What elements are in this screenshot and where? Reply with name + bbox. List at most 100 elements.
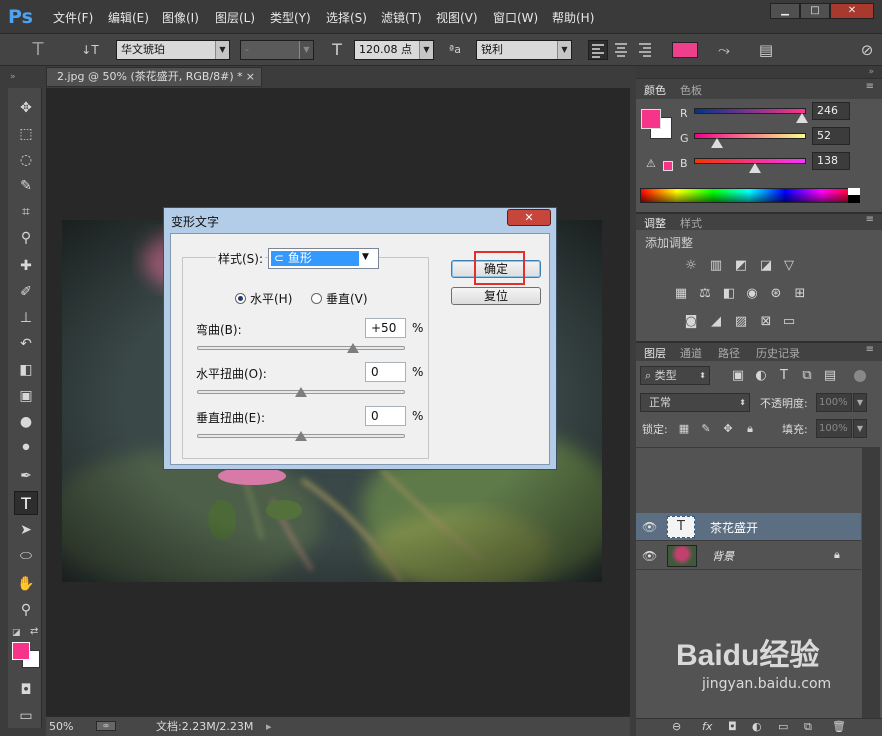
opacity-dropdown-icon[interactable]: ▼: [853, 393, 867, 412]
move-tool-icon[interactable]: ✥: [14, 96, 38, 120]
status-arrow-icon[interactable]: ▸: [266, 717, 272, 736]
vertical-label[interactable]: 垂直(V): [326, 290, 368, 307]
new-group-icon[interactable]: ▭: [778, 720, 788, 733]
bend-slider-track[interactable]: [197, 346, 405, 350]
panel-menu-icon[interactable]: ≡: [866, 81, 874, 92]
photo-filter-icon[interactable]: ◉: [744, 286, 760, 302]
visibility-eye-icon[interactable]: 👁︎: [642, 549, 657, 563]
filter-shape-icon[interactable]: ⧉: [799, 368, 815, 384]
status-info-icon[interactable]: ∞: [96, 721, 116, 731]
path-select-tool-icon[interactable]: ➤: [14, 518, 38, 542]
black-white-icon[interactable]: ◧: [721, 286, 737, 302]
spectrum-black[interactable]: [848, 195, 860, 203]
character-panel-icon[interactable]: ▤: [754, 40, 778, 60]
swap-colors-icon[interactable]: ⇄: [30, 626, 38, 637]
visibility-eye-icon[interactable]: 👁︎: [642, 520, 657, 534]
levels-icon[interactable]: ▥: [708, 258, 724, 274]
warp-text-icon[interactable]: ⤳: [712, 40, 736, 60]
pen-tool-icon[interactable]: ✒: [14, 464, 38, 488]
new-layer-icon[interactable]: ⧉: [804, 720, 812, 734]
vertical-distortion-field[interactable]: 0: [365, 406, 406, 426]
zoom-tool-icon[interactable]: ⚲: [14, 598, 38, 622]
tab-swatches[interactable]: 色板: [680, 82, 702, 98]
stamp-tool-icon[interactable]: ⊥: [14, 306, 38, 330]
panel-menu-icon[interactable]: ≡: [866, 214, 874, 225]
lock-image-icon[interactable]: ✎: [698, 421, 714, 437]
link-layers-icon[interactable]: ⊖: [672, 720, 681, 733]
screen-mode-icon[interactable]: ▭: [14, 704, 38, 728]
layer-name[interactable]: 茶花盛开: [710, 519, 758, 536]
layer-row-background[interactable]: 👁︎ 背景 🔒︎: [636, 542, 861, 570]
channel-slider-thumb-r[interactable]: [796, 113, 808, 123]
align-center-button[interactable]: [612, 40, 632, 60]
filter-type-icon[interactable]: T: [776, 368, 792, 384]
threshold-icon[interactable]: ▨: [733, 314, 749, 330]
vertical-distortion-slider-thumb[interactable]: [295, 431, 307, 441]
menu-select[interactable]: 选择(S): [326, 9, 367, 26]
tab-channels[interactable]: 通道: [680, 345, 702, 361]
filter-toggle[interactable]: [854, 370, 866, 382]
text-orientation-icon[interactable]: ↓T: [78, 40, 102, 60]
menu-help[interactable]: 帮助(H): [552, 9, 594, 26]
gradient-tool-icon[interactable]: ▣: [14, 384, 38, 408]
lasso-tool-icon[interactable]: ◌: [14, 148, 38, 172]
layer-row-text[interactable]: 👁︎ T 茶花盛开: [636, 513, 861, 541]
ellipse-tool-icon[interactable]: ⬭: [14, 544, 38, 568]
horizontal-distortion-field[interactable]: 0: [365, 362, 406, 382]
vertical-radio[interactable]: [311, 293, 322, 304]
invert-icon[interactable]: ◙: [683, 314, 699, 330]
hand-tool-icon[interactable]: ✋: [14, 572, 38, 596]
menu-layer[interactable]: 图层(L): [215, 9, 255, 26]
text-color-swatch[interactable]: [672, 42, 698, 58]
lock-transparent-icon[interactable]: ▦: [676, 421, 692, 437]
font-family-select[interactable]: 华文琥珀 ▼: [116, 40, 230, 60]
color-foreground-swatch[interactable]: [641, 109, 661, 129]
tab-color[interactable]: 颜色: [644, 82, 666, 98]
close-tab-icon[interactable]: ×: [246, 68, 255, 86]
add-mask-icon[interactable]: ◘: [728, 720, 737, 733]
exposure-icon[interactable]: ◪: [758, 258, 774, 274]
channel-slider-thumb-g[interactable]: [711, 138, 723, 148]
eraser-tool-icon[interactable]: ◧: [14, 358, 38, 382]
menu-type[interactable]: 类型(Y): [270, 9, 311, 26]
layer-name[interactable]: 背景: [712, 548, 734, 564]
quick-select-tool-icon[interactable]: ✎: [14, 174, 38, 198]
channel-value-b[interactable]: 138: [812, 152, 850, 170]
align-left-button[interactable]: [588, 40, 608, 60]
color-spectrum-bar[interactable]: [640, 188, 858, 203]
bend-slider-thumb[interactable]: [347, 343, 359, 353]
layer-filter-select[interactable]: ⌕ 类型 ⬍: [640, 366, 710, 385]
close-window-button[interactable]: ✕: [830, 3, 874, 19]
filter-smart-object-icon[interactable]: ▤: [822, 368, 838, 384]
style-select[interactable]: ⊂ 鱼形 ▼: [268, 248, 379, 269]
tab-layers[interactable]: 图层: [644, 345, 666, 361]
blend-mode-select[interactable]: 正常 ⬍: [640, 393, 750, 412]
channel-value-r[interactable]: 246: [812, 102, 850, 120]
brightness-icon[interactable]: ☼: [683, 258, 699, 274]
gamut-warning-icon[interactable]: ⚠: [646, 157, 656, 170]
opacity-field[interactable]: 100%: [816, 393, 852, 412]
quick-mask-icon[interactable]: ◘: [14, 678, 38, 702]
channel-slider-r[interactable]: [694, 108, 806, 114]
tab-adjustments[interactable]: 调整: [644, 215, 666, 231]
dodge-tool-icon[interactable]: ⚫: [14, 436, 38, 460]
panel-menu-icon[interactable]: ≡: [866, 344, 874, 355]
minimize-button[interactable]: ▁: [770, 3, 800, 19]
delete-layer-icon[interactable]: 🗑︎: [832, 720, 846, 733]
posterize-icon[interactable]: ◢: [708, 314, 724, 330]
type-tool-icon[interactable]: T: [26, 40, 50, 60]
layer-effects-icon[interactable]: fx: [702, 720, 712, 733]
lock-all-icon[interactable]: 🔒︎: [742, 421, 758, 437]
menu-view[interactable]: 视图(V): [436, 9, 478, 26]
fill-dropdown-icon[interactable]: ▼: [853, 419, 867, 438]
menu-window[interactable]: 窗口(W): [493, 9, 538, 26]
bend-field[interactable]: +50: [365, 318, 406, 338]
antialias-select[interactable]: 锐利 ▼: [476, 40, 572, 60]
healing-brush-tool-icon[interactable]: ✚: [14, 254, 38, 278]
lock-position-icon[interactable]: ✥: [720, 421, 736, 437]
vibrance-icon[interactable]: ▽: [781, 258, 797, 274]
menu-filter[interactable]: 滤镜(T): [381, 9, 422, 26]
color-lookup-icon[interactable]: ⊞: [792, 286, 808, 302]
menu-edit[interactable]: 编辑(E): [108, 9, 149, 26]
gradient-map-icon[interactable]: ▭: [781, 314, 797, 330]
